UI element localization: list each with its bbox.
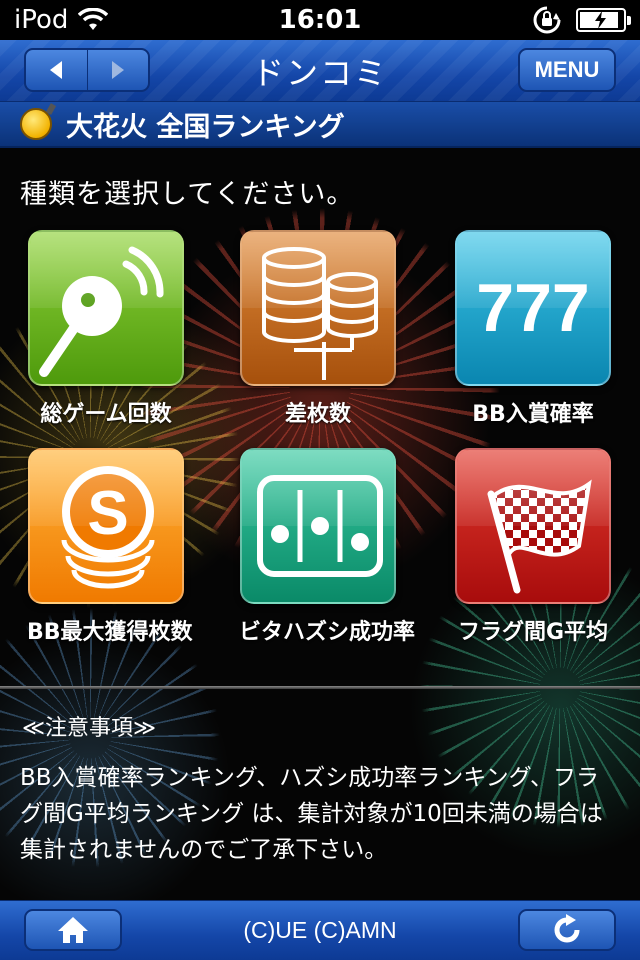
home-icon bbox=[58, 917, 88, 943]
tile-bita-success-rate[interactable]: ビタハズシ成功率 bbox=[239, 448, 416, 646]
tile-icon-box bbox=[240, 448, 396, 604]
back-button[interactable] bbox=[26, 50, 87, 90]
refresh-icon bbox=[554, 914, 580, 943]
tile-icon-box bbox=[455, 448, 611, 604]
section-header: 大花火 全国ランキング bbox=[0, 102, 640, 148]
tile-label: BB最大獲得枚数 bbox=[27, 620, 193, 645]
tile-coin-difference[interactable]: 差枚数 bbox=[239, 230, 397, 428]
bottom-bar: (C)UE (C)AMN bbox=[0, 900, 640, 960]
status-bar: iPod 16:01 bbox=[0, 0, 640, 40]
tile-label: ビタハズシ成功率 bbox=[239, 620, 416, 645]
forward-button[interactable] bbox=[86, 50, 149, 90]
main-content: 種類を選択してください。 総ゲーム回数 差枚数 777 BB入賞確率 S BB最… bbox=[0, 148, 640, 900]
rotation-lock-icon bbox=[533, 6, 561, 34]
tile-total-games[interactable]: 総ゲーム回数 bbox=[27, 230, 185, 428]
firework-ball-icon bbox=[20, 108, 52, 140]
tile-icon-box: 777 bbox=[455, 230, 611, 386]
checkered-flag-icon bbox=[487, 479, 592, 594]
tile-label: BB入賞確率 bbox=[472, 402, 594, 427]
battery-icon bbox=[576, 8, 631, 32]
tile-label: 総ゲーム回数 bbox=[40, 402, 172, 427]
reels-icon bbox=[257, 475, 383, 577]
home-button[interactable] bbox=[24, 909, 122, 951]
menu-button[interactable]: MENU bbox=[518, 48, 616, 92]
copyright-text: (C)UE (C)AMN bbox=[243, 917, 397, 943]
nav-title: ドンコミ bbox=[251, 53, 388, 92]
tile-label: 差枚数 bbox=[284, 402, 351, 427]
select-prompt: 種類を選択してください。 bbox=[20, 179, 355, 210]
nav-arrow-buttons bbox=[24, 48, 150, 92]
charging-bolt-icon bbox=[595, 11, 606, 29]
lever-icon bbox=[39, 246, 164, 377]
forward-arrow-icon bbox=[111, 61, 124, 79]
tile-icon-box bbox=[240, 230, 396, 386]
s-coin-icon: S bbox=[61, 466, 155, 589]
refresh-button[interactable] bbox=[518, 909, 616, 951]
divider bbox=[0, 686, 640, 689]
notice-title: ≪注意事項≫ bbox=[22, 716, 157, 741]
tile-bb-probability[interactable]: 777 BB入賞確率 bbox=[454, 230, 612, 428]
notice-body: BB入賞確率ランキング、ハズシ成功率ランキング、フラグ間G平均ランキング は、集… bbox=[20, 765, 603, 863]
wifi-icon bbox=[78, 8, 109, 30]
section-title: 大花火 全国ランキング bbox=[66, 111, 345, 143]
status-right bbox=[532, 5, 631, 35]
tile-icon-box: S bbox=[28, 448, 184, 604]
tile-label: フラグ間G平均 bbox=[457, 620, 609, 645]
svg-text:S: S bbox=[87, 479, 128, 548]
status-left: iPod bbox=[14, 5, 109, 35]
nav-bar: ドンコミ MENU bbox=[0, 40, 640, 102]
tile-icon-box bbox=[28, 230, 184, 386]
tile-bb-max-coins[interactable]: S BB最大獲得枚数 bbox=[27, 448, 193, 646]
seven-seven-seven-icon: 777 bbox=[476, 270, 590, 346]
back-arrow-icon bbox=[50, 61, 63, 79]
carrier-label: iPod bbox=[14, 5, 69, 35]
coin-stacks-icon bbox=[262, 247, 378, 380]
tile-flag-interval-average[interactable]: フラグ間G平均 bbox=[454, 448, 612, 646]
